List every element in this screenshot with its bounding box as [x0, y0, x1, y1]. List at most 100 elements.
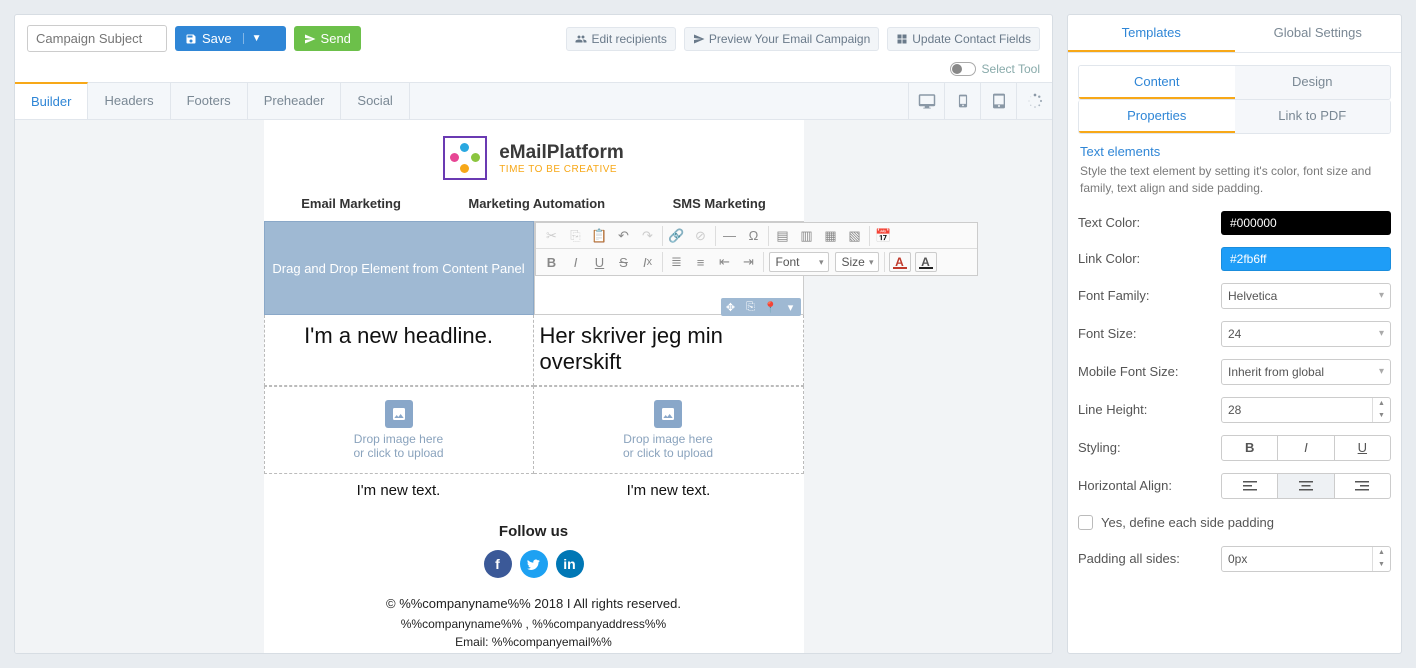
text-color-picker[interactable]: A: [889, 252, 911, 272]
font-size-select[interactable]: 24: [1221, 321, 1391, 347]
link-color-swatch[interactable]: #2fb6ff: [1221, 247, 1391, 271]
unlink-icon[interactable]: ⊘: [689, 225, 713, 247]
tab-social[interactable]: Social: [341, 83, 409, 119]
mobile-font-size-select[interactable]: Inherit from global: [1221, 359, 1391, 385]
chevron-down-icon[interactable]: ▾: [781, 298, 801, 316]
align-left-block-icon[interactable]: ▤: [771, 225, 795, 247]
align-right-button[interactable]: [1335, 473, 1391, 499]
italic-icon[interactable]: I: [564, 251, 588, 273]
tab-headers[interactable]: Headers: [88, 83, 170, 119]
image-drop-left[interactable]: Drop image here or click to upload: [264, 386, 534, 474]
send-icon: [304, 33, 316, 45]
mobile-view-button[interactable]: [944, 83, 980, 119]
move-handle-icon[interactable]: ✥: [721, 298, 741, 316]
per-side-padding-checkbox[interactable]: [1078, 515, 1093, 530]
update-contacts-button[interactable]: Update Contact Fields: [887, 27, 1040, 51]
calendar-icon[interactable]: 📅: [872, 225, 896, 247]
tab-templates[interactable]: Templates: [1068, 15, 1235, 52]
cut-icon[interactable]: ✂: [540, 225, 564, 247]
brand-logo: eMailPlatform TIME TO BE CREATIVE: [264, 120, 804, 186]
font-select[interactable]: Font: [769, 252, 829, 272]
image-placeholder-icon: [385, 400, 413, 428]
navlink-marketing-automation[interactable]: Marketing Automation: [468, 196, 605, 211]
tab-builder[interactable]: Builder: [15, 82, 88, 119]
edit-recipients-button[interactable]: Edit recipients: [566, 27, 675, 51]
chevron-up-icon[interactable]: ▲: [1373, 547, 1390, 559]
clear-format-icon[interactable]: Ix: [636, 251, 660, 273]
save-button[interactable]: Save ▼: [175, 26, 286, 51]
select-tool-toggle[interactable]: [950, 62, 976, 76]
edit-recipients-label: Edit recipients: [591, 32, 666, 46]
tab-design[interactable]: Design: [1235, 66, 1391, 99]
save-dropdown-caret[interactable]: ▼: [243, 33, 262, 44]
image-placeholder-icon: [654, 400, 682, 428]
copy-icon[interactable]: ⎘: [564, 225, 588, 247]
duplicate-icon[interactable]: ⎘: [741, 298, 761, 316]
align-left-button[interactable]: [1221, 473, 1278, 499]
align-center-button[interactable]: [1278, 473, 1334, 499]
tab-content[interactable]: Content: [1079, 66, 1235, 99]
strike-icon[interactable]: S: [612, 251, 636, 273]
headline-right[interactable]: Her skriver jeg min overskift: [534, 315, 804, 386]
text-left[interactable]: I'm new text.: [264, 474, 534, 507]
campaign-subject-input[interactable]: [27, 25, 167, 52]
twitter-icon[interactable]: [520, 550, 548, 578]
tab-link-to-pdf[interactable]: Link to PDF: [1235, 100, 1391, 133]
tab-preheader[interactable]: Preheader: [248, 83, 342, 119]
linkedin-icon[interactable]: in: [556, 550, 584, 578]
hr-icon[interactable]: ―: [718, 225, 742, 247]
list-number-icon[interactable]: ≡: [689, 251, 713, 273]
font-family-select[interactable]: Helvetica: [1221, 283, 1391, 309]
facebook-icon[interactable]: f: [484, 550, 512, 578]
drop-zone-left[interactable]: Drag and Drop Element from Content Panel: [264, 221, 534, 315]
image-drop-label-1: Drop image here: [623, 432, 712, 446]
image-drop-label-2: or click to upload: [623, 446, 713, 460]
text-color-swatch[interactable]: #000000: [1221, 211, 1391, 235]
omega-icon[interactable]: Ω: [742, 225, 766, 247]
headline-left[interactable]: I'm a new headline.: [264, 315, 534, 386]
bold-icon[interactable]: B: [540, 251, 564, 273]
indent-icon[interactable]: ⇥: [737, 251, 761, 273]
outdent-icon[interactable]: ⇤: [713, 251, 737, 273]
image-drop-right[interactable]: Drop image here or click to upload: [534, 386, 804, 474]
tab-global-settings[interactable]: Global Settings: [1235, 15, 1402, 52]
footer-address: %%companyname%% , %%companyaddress%%: [264, 615, 804, 633]
users-icon: [575, 33, 587, 45]
selected-text-element[interactable]: ✂ ⎘ 📋 ↶ ↷ 🔗 ⊘ ―: [534, 221, 804, 315]
undo-icon[interactable]: ↶: [612, 225, 636, 247]
navlink-email-marketing[interactable]: Email Marketing: [301, 196, 401, 211]
loading-icon[interactable]: [1016, 83, 1052, 119]
style-bold-button[interactable]: B: [1221, 435, 1278, 461]
preview-campaign-button[interactable]: Preview Your Email Campaign: [684, 27, 879, 51]
text-right[interactable]: I'm new text.: [534, 474, 804, 507]
bg-color-picker[interactable]: A: [915, 252, 937, 272]
chevron-down-icon[interactable]: ▼: [1373, 559, 1390, 571]
justify-block-icon[interactable]: ▧: [843, 225, 867, 247]
list-bullet-icon[interactable]: ≣: [665, 251, 689, 273]
tab-properties[interactable]: Properties: [1079, 100, 1235, 133]
desktop-view-button[interactable]: [908, 83, 944, 119]
redo-icon[interactable]: ↷: [636, 225, 660, 247]
paste-icon[interactable]: 📋: [588, 225, 612, 247]
send-outline-icon: [693, 33, 705, 45]
chevron-down-icon[interactable]: ▼: [1373, 410, 1390, 422]
style-underline-button[interactable]: U: [1335, 435, 1391, 461]
drop-zone-label: Drag and Drop Element from Content Panel: [272, 261, 524, 276]
grid-icon: [896, 33, 908, 45]
navlink-sms-marketing[interactable]: SMS Marketing: [673, 196, 766, 211]
align-center-block-icon[interactable]: ▥: [795, 225, 819, 247]
padding-all-stepper[interactable]: 0px ▲▼: [1221, 546, 1391, 572]
style-italic-button[interactable]: I: [1278, 435, 1334, 461]
tab-footers[interactable]: Footers: [171, 83, 248, 119]
tablet-view-button[interactable]: [980, 83, 1016, 119]
chevron-up-icon[interactable]: ▲: [1373, 398, 1390, 410]
line-height-stepper[interactable]: 28 ▲▼: [1221, 397, 1391, 423]
link-icon[interactable]: 🔗: [665, 225, 689, 247]
size-select[interactable]: Size: [835, 252, 879, 272]
send-button[interactable]: Send: [294, 26, 361, 51]
align-right-block-icon[interactable]: ▦: [819, 225, 843, 247]
image-drop-label-2: or click to upload: [353, 446, 443, 460]
pin-icon[interactable]: 📍: [761, 298, 781, 316]
logo-tagline: TIME TO BE CREATIVE: [499, 164, 624, 175]
underline-icon[interactable]: U: [588, 251, 612, 273]
